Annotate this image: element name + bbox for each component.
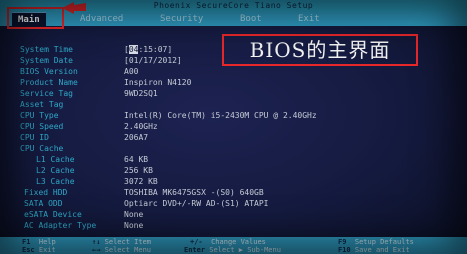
cpu-id-label: CPU ID [20,133,49,142]
info-row-esata-device: eSATA Device None [0,209,467,220]
service-tag-label: Service Tag [20,89,73,98]
pointer-arrow-icon [62,2,86,14]
system-date-value[interactable]: [01/17/2012] [124,55,182,66]
l1-cache-label: L1 Cache [36,155,75,164]
info-row-bios-version: BIOS Version A00 [0,66,467,77]
key-help-bar: F1 Help ↑↓ Select Item +/- Change Values… [0,237,467,254]
footer-f9: F9 Setup Defaults [338,238,414,246]
cpu-cache-label: CPU Cache [20,144,64,153]
cpu-type-value: Intel(R) Core(TM) i5-2430M CPU @ 2.40GHz [124,111,317,120]
cpu-id-value: 206A7 [124,133,149,142]
system-date-label: System Date [20,56,73,65]
ac-adapter-label: AC Adapter Type [24,221,97,230]
info-row-l3-cache: L3 Cache 3072 KB [0,176,467,187]
product-name-label: Product Name [20,78,78,87]
cpu-speed-label: CPU Speed [20,122,64,131]
footer-left-right: ←→ Select Menu [92,246,152,254]
main-tab-highlight-box [7,7,64,29]
footer-f10: F10 Save and Exit [338,246,410,254]
tab-boot[interactable]: Boot [240,12,262,26]
ac-adapter-value: None [124,221,144,230]
info-row-sata-odd: SATA ODD Optiarc DVD+/-RW AD-(S1) ATAPI [0,198,467,209]
info-row-l1-cache: L1 Cache 64 KB [0,154,467,165]
asset-tag-label: Asset Tag [20,100,64,109]
footer-enter: Enter Select ▶ Sub-Menu [184,246,281,254]
bios-version-value: A00 [124,67,139,76]
footer-up-down: ↑↓ Select Item [92,238,152,246]
info-row-cpu-cache: CPU Cache [0,143,467,154]
info-row-product-name: Product Name Inspiron N4120 [0,77,467,88]
footer-plus-minus: +/- Change Values [190,238,266,246]
info-row-system-time[interactable]: System Time [04:15:07] [0,44,467,55]
sata-odd-value: Optiarc DVD+/-RW AD-(S1) ATAPI [124,199,269,208]
info-row-cpu-id: CPU ID 206A7 [0,132,467,143]
system-time-value[interactable]: [04:15:07] [124,44,172,55]
cpu-speed-value: 2.40GHz [124,122,158,131]
menu-bar: Main Advanced Security Boot Exit [0,12,467,27]
esata-device-label: eSATA Device [24,210,82,219]
info-row-fixed-hdd: Fixed HDD TOSHIBA MK6475GSX -(S0) 640GB [0,187,467,198]
info-row-cpu-type: CPU Type Intel(R) Core(TM) i5-2430M CPU … [0,110,467,121]
fixed-hdd-value: TOSHIBA MK6475GSX -(S0) 640GB [124,188,264,197]
system-time-label: System Time [20,45,73,54]
l1-cache-value: 64 KB [124,155,149,164]
info-row-service-tag: Service Tag 9WD2SQ1 [0,88,467,99]
cpu-type-label: CPU Type [20,111,59,120]
info-row-asset-tag: Asset Tag [0,99,467,110]
footer-esc: Esc Exit [22,246,56,254]
service-tag-value: 9WD2SQ1 [124,89,158,98]
esata-device-value: None [124,210,144,219]
l2-cache-label: L2 Cache [36,166,75,175]
info-row-system-date[interactable]: System Date [01/17/2012] [0,55,467,66]
product-name-value: Inspiron N4120 [124,78,192,87]
system-info-panel: System Time [04:15:07] System Date [01/1… [0,40,467,235]
tab-advanced[interactable]: Advanced [80,12,123,26]
bios-screen: Phoenix SecureCore Tiano Setup Main Adva… [0,0,467,254]
info-row-ac-adapter: AC Adapter Type None [0,220,467,231]
tab-exit[interactable]: Exit [298,12,320,26]
info-row-l2-cache: L2 Cache 256 KB [0,165,467,176]
fixed-hdd-label: Fixed HDD [24,188,68,197]
l3-cache-label: L3 Cache [36,177,75,186]
l3-cache-value: 3072 KB [124,177,158,186]
l2-cache-value: 256 KB [124,166,153,175]
sata-odd-label: SATA ODD [24,199,63,208]
info-row-cpu-speed: CPU Speed 2.40GHz [0,121,467,132]
footer-f1: F1 Help [22,238,56,246]
bios-version-label: BIOS Version [20,67,78,76]
tab-security[interactable]: Security [160,12,203,26]
